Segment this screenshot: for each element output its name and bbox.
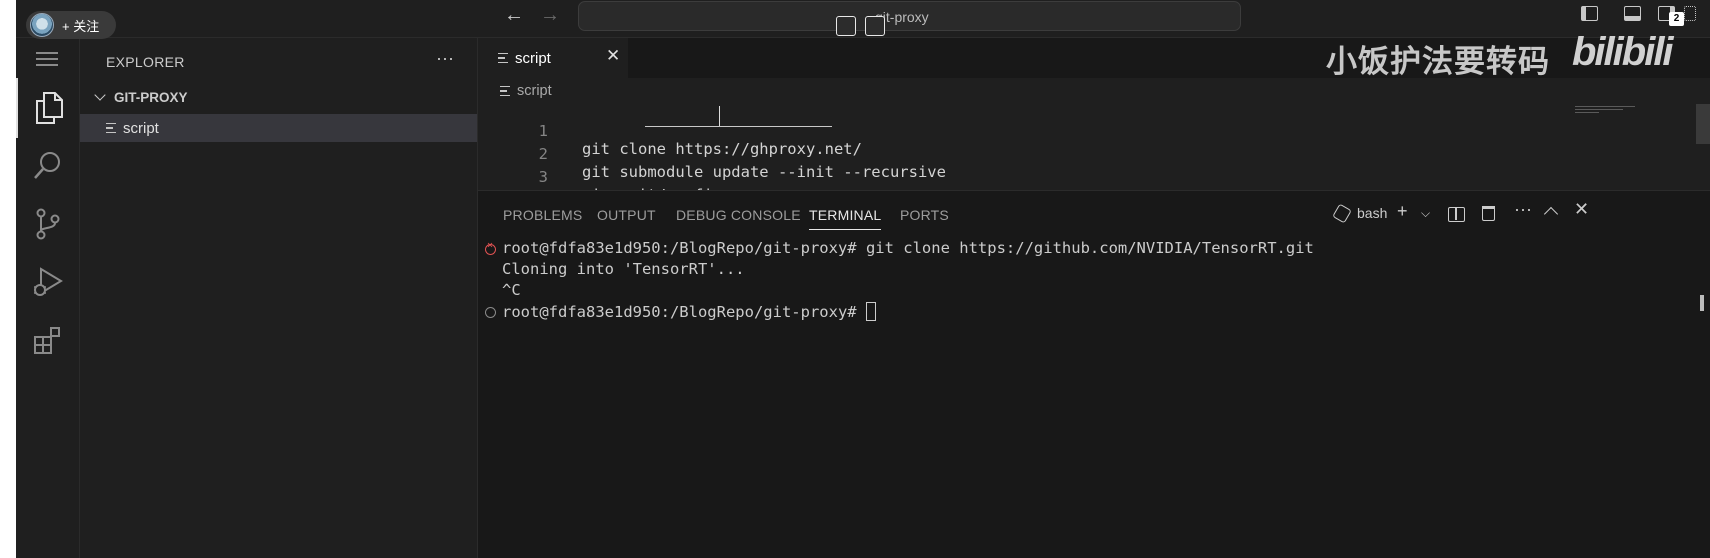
follow-label: + 关注 <box>62 18 100 34</box>
bilibili-logo: bilibili <box>1572 30 1674 74</box>
activity-bar <box>16 38 80 558</box>
activity-extensions[interactable] <box>16 310 80 370</box>
new-terminal-icon[interactable]: + <box>1397 201 1408 222</box>
toggle-sidebar-icon[interactable] <box>1581 6 1598 21</box>
arrow-left-icon[interactable]: ← <box>504 4 524 27</box>
toggle-panel-icon[interactable] <box>1624 6 1641 21</box>
activity-run-debug[interactable] <box>16 252 80 312</box>
terminal-cursor <box>865 302 876 321</box>
arrow-right-icon[interactable]: → <box>540 4 560 27</box>
tab-terminal[interactable]: TERMINAL <box>809 207 882 230</box>
idle-marker-icon <box>485 307 496 318</box>
file-item-script[interactable]: script <box>80 114 477 142</box>
tab-ports[interactable]: PORTS <box>900 207 949 223</box>
notification-badge: 2 <box>1669 12 1684 26</box>
terminal-icon <box>1332 203 1352 223</box>
minimap[interactable] <box>1575 106 1635 114</box>
follow-button[interactable]: + 关注 <box>26 11 116 39</box>
terminal-shell-selector[interactable]: bash <box>1332 203 1388 223</box>
activity-search[interactable] <box>16 136 80 196</box>
run-debug-icon <box>34 267 63 296</box>
line-number: 3 <box>538 168 548 186</box>
breadcrumb-label: script <box>517 83 552 99</box>
tab-output[interactable]: OUTPUT <box>597 207 656 223</box>
file-label: script <box>123 119 159 137</box>
shell-label: bash <box>1357 205 1388 221</box>
code-line[interactable]: 2 git submodule update --init --recursiv… <box>478 127 1578 181</box>
title-bar: ← → git-proxy <box>16 0 1710 38</box>
terminal-scrollbar[interactable] <box>1700 295 1704 311</box>
close-icon[interactable]: ✕ <box>606 46 620 66</box>
tab-label: script <box>515 49 551 67</box>
terminal-line: ^C <box>502 281 521 299</box>
customize-layout-icon[interactable] <box>1684 6 1696 21</box>
folder-git-proxy[interactable]: GIT-PROXY <box>90 86 188 108</box>
chevron-down-icon <box>94 89 106 101</box>
activity-explorer[interactable] <box>16 78 80 138</box>
search-icon <box>34 152 60 179</box>
tab-script[interactable]: script ✕ <box>478 38 628 78</box>
sidebar-title: EXPLORER <box>106 54 185 70</box>
activity-source-control[interactable] <box>16 194 80 254</box>
chevron-down-icon[interactable]: ⌵ <box>1421 206 1430 221</box>
extensions-icon <box>34 327 60 354</box>
avatar <box>30 13 54 37</box>
split-terminal-icon[interactable] <box>1448 207 1465 222</box>
terminal-prompt: root@fdfa83e1d950:/BlogRepo/git-proxy# <box>502 303 866 321</box>
screen-record-icon[interactable] <box>865 16 885 36</box>
breadcrumb[interactable]: script <box>500 83 552 99</box>
files-icon <box>36 92 63 124</box>
source-control-icon <box>36 208 60 240</box>
command-center-search[interactable]: git-proxy <box>578 1 1241 31</box>
tab-problems[interactable]: PROBLEMS <box>503 207 582 223</box>
mouse-ibeam-cursor <box>719 106 721 126</box>
trash-icon[interactable] <box>1482 206 1495 221</box>
tab-debug-console[interactable]: DEBUG CONSOLE <box>676 207 801 223</box>
terminal-prompt-line: root@fdfa83e1d950:/BlogRepo/git-proxy# <box>502 302 876 324</box>
screen-capture-icon[interactable] <box>836 16 856 36</box>
more-actions-icon[interactable]: ··· <box>436 48 454 69</box>
menu-icon[interactable] <box>36 52 58 66</box>
explorer-sidebar: EXPLORER ··· GIT-PROXY script <box>80 38 478 558</box>
error-marker-icon <box>485 240 496 255</box>
file-lines-icon <box>498 53 508 63</box>
vscode-window: ← → git-proxy EXPLORER ··· GIT-PROXY scr… <box>16 0 1710 558</box>
watermark-text: 小饭护法要转码 <box>1326 44 1550 79</box>
bottom-panel: PROBLEMS OUTPUT DEBUG CONSOLE TERMINAL P… <box>478 190 1710 558</box>
terminal-line: root@fdfa83e1d950:/BlogRepo/git-proxy# g… <box>502 239 1314 257</box>
folder-label: GIT-PROXY <box>114 89 188 105</box>
close-icon[interactable]: ✕ <box>1574 199 1589 220</box>
editor-scrollbar[interactable] <box>1696 104 1710 144</box>
chevron-up-icon[interactable] <box>1543 206 1559 222</box>
terminal-line: Cloning into 'TensorRT'... <box>502 260 745 278</box>
code-line[interactable]: 3 vim .git/config <box>478 150 1578 204</box>
file-lines-icon <box>500 86 510 96</box>
file-lines-icon <box>106 123 116 133</box>
code-line[interactable]: 1 git clone https://ghproxy.net/ <box>478 104 1578 158</box>
more-actions-icon[interactable]: ··· <box>1514 199 1532 220</box>
